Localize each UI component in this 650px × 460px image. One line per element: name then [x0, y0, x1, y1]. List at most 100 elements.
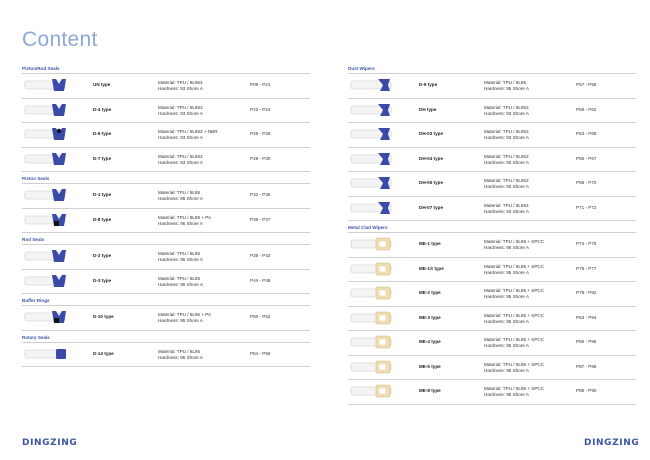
product-row: ME-8 type Material: TPU / 8L95 + SPCC Hard…	[348, 379, 636, 405]
product-type-label: ME-4 type	[419, 339, 441, 344]
material-spec: Material: TPU / 8L953 Hardness: 93 Shore …	[484, 129, 529, 141]
page-range: P29 - P30	[250, 155, 271, 161]
page-range: P22 - P24	[250, 106, 271, 112]
brand-logo-left: DINGZING	[22, 438, 78, 448]
page-range: P59 - P62	[576, 106, 597, 112]
material-text: Material: TPU / 8L95 + SPCC	[484, 361, 545, 367]
page-range: P39 - P43	[250, 253, 271, 258]
hardness-text: Hardness: 95 Shore A	[158, 220, 203, 226]
page-range: P74 - P75	[576, 241, 597, 246]
product-type-label: D-7 type	[93, 155, 112, 161]
material-spec: Material: TPU / 8L953 Hardness: 93 Shore …	[484, 154, 529, 166]
section-heading: Rod Seals	[22, 237, 45, 242]
hardness-text: Hardness: 95 Shore A	[158, 281, 203, 287]
d6-type-seal-icon	[24, 126, 80, 142]
product-row: DH type Material: TPU / 8L953 Hardness: 93…	[348, 97, 636, 123]
page-range: P89 - P90	[576, 388, 597, 393]
section-heading: Piston/Rod Seals	[22, 66, 60, 71]
d10-type-seal-icon	[24, 309, 80, 325]
page-range: P83 - P84	[576, 314, 597, 320]
page-range: P76 - P77	[576, 265, 597, 271]
material-text: Material: TPU / 8L953	[484, 104, 529, 110]
material-spec: Material: TPU / 8L953 + NBR Hardness: 93 …	[158, 129, 218, 141]
page-range: P87 - P88	[576, 363, 597, 369]
material-spec: Material: TPU / 8L953 Hardness: 93 Shore …	[158, 105, 203, 117]
section-heading: Dust Wipers	[348, 66, 375, 71]
hardness-text: Hardness: 93 Shore A	[484, 208, 529, 214]
me1-type-wiper-icon	[350, 236, 406, 252]
hardness-text: Hardness: 93 Shore A	[484, 184, 529, 189]
product-row: ME-5 type Material: TPU / 8L95 + SPCC Hard…	[348, 354, 636, 380]
product-row: DH-07 type Material: TPU / 8L953 Hardness:…	[348, 195, 636, 221]
product-type-label: ME-1 type	[419, 241, 441, 246]
material-spec: Material: TPU / 8L95 Hardness: 95 Shore A	[158, 349, 203, 361]
page-range: P36 - P37	[250, 216, 271, 222]
material-spec: Material: TPU / 8L95 Hardness: 95 Shore A	[158, 276, 203, 288]
material-spec: Material: TPU / 8L95 Hardness: 95 Shore A	[484, 80, 529, 92]
product-type-label: D-4 type	[93, 106, 112, 112]
product-type-label: D-10 type	[93, 314, 114, 319]
hardness-text: Hardness: 93 Shore A	[158, 135, 203, 140]
page-range: P85 - P86	[576, 339, 597, 344]
section-heading: Metal Clad Wipers	[348, 225, 388, 230]
material-spec: Material: TPU / 8L95 + PA Hardness: 95 Sh…	[158, 312, 211, 324]
page-title: Content	[22, 28, 98, 51]
hardness-text: Hardness: 95 Shore A	[158, 196, 203, 201]
product-type-label: D-3 type	[93, 277, 112, 283]
d7-type-seal-icon	[24, 151, 80, 167]
product-type-label: D-6 type	[93, 131, 112, 136]
me8-type-wiper-icon	[350, 383, 406, 399]
d8-type-seal-icon	[24, 212, 80, 228]
material-spec: Material: TPU / 8L953 Hardness: 93 Shore …	[158, 154, 203, 166]
hardness-text: Hardness: 93 Shore A	[484, 135, 529, 140]
product-type-label: DH-04 type	[419, 155, 443, 161]
page-range: P57 - P58	[576, 82, 597, 87]
product-row: DH-05 type Material: TPU / 8L953 Hardness:…	[348, 171, 636, 196]
product-row: ME-1S type Material: TPU / 8L95 + SPCC Har…	[348, 256, 636, 282]
product-row: D-6 type Material: TPU / 8L953 + NBR Hardn…	[22, 122, 310, 147]
product-type-label: D-2 type	[93, 253, 112, 258]
product-type-label: ME-5 type	[419, 363, 441, 369]
product-type-label: DH-03 type	[419, 131, 443, 136]
product-row: ME-3 type Material: TPU / 8L95 + SPCC Hard…	[348, 305, 636, 331]
d3-type-seal-icon	[24, 273, 80, 289]
section-heading: Piston Seals	[22, 176, 50, 181]
dh07-type-wiper-icon	[350, 200, 406, 216]
hardness-text: Hardness: 95 Shore A	[158, 318, 203, 323]
material-spec: Material: TPU / 8L95 Hardness: 95 Shore A	[158, 251, 203, 263]
page-range: P63 - P65	[576, 131, 597, 136]
material-text: Material: TPU / 8L95	[158, 275, 201, 281]
product-type-label: UN type	[93, 82, 111, 87]
right-column: Dust Wipers D-9 type Material: TPU / 8L95 H…	[348, 62, 636, 405]
hardness-text: Hardness: 95 Shore A	[484, 343, 529, 348]
dh03-type-wiper-icon	[350, 126, 406, 142]
me3-type-wiper-icon	[350, 310, 406, 326]
material-text: Material: TPU / 8L95	[158, 348, 201, 354]
hardness-text: Hardness: 93 Shore A	[158, 159, 203, 165]
product-row: D-3 type Material: TPU / 8L95 Hardness: 95…	[22, 268, 310, 294]
d1-type-seal-icon	[24, 187, 80, 203]
hardness-text: Hardness: 95 Shore A	[484, 245, 529, 250]
hardness-text: Hardness: 93 Shore A	[158, 110, 203, 116]
material-spec: Material: TPU / 8L953 Hardness: 93 Shore …	[158, 80, 203, 92]
product-row: D-10 type Material: TPU / 8L95 + PA Hardne…	[22, 305, 310, 331]
material-spec: Material: TPU / 8L95 + PA Hardness: 95 Sh…	[158, 215, 211, 227]
page-range: P44 - P48	[250, 277, 271, 283]
product-type-label: ME-3 type	[419, 314, 441, 320]
page-range: P32 - P35	[250, 192, 271, 197]
product-row: ME-2 type Material: TPU / 8L95 + SPCC Hard…	[348, 281, 636, 306]
hardness-text: Hardness: 93 Shore A	[484, 110, 529, 116]
product-type-label: D-1 type	[93, 192, 112, 197]
product-type-label: ME-1S type	[419, 265, 444, 271]
product-row: DH-04 type Material: TPU / 8L953 Hardness:…	[348, 146, 636, 172]
page-range: P25 - P28	[250, 131, 271, 136]
product-type-label: DH type	[419, 106, 437, 112]
material-text: Material: TPU / 8L953	[158, 104, 203, 110]
hardness-text: Hardness: 95 Shore A	[484, 269, 529, 275]
hardness-text: Hardness: 95 Shore A	[158, 257, 203, 262]
product-type-label: DH-07 type	[419, 204, 443, 210]
hardness-text: Hardness: 95 Shore A	[484, 318, 529, 324]
hardness-text: Hardness: 95 Shore A	[484, 392, 529, 397]
d4-type-seal-icon	[24, 102, 80, 118]
brand-logo-right: DINGZING	[584, 438, 640, 448]
